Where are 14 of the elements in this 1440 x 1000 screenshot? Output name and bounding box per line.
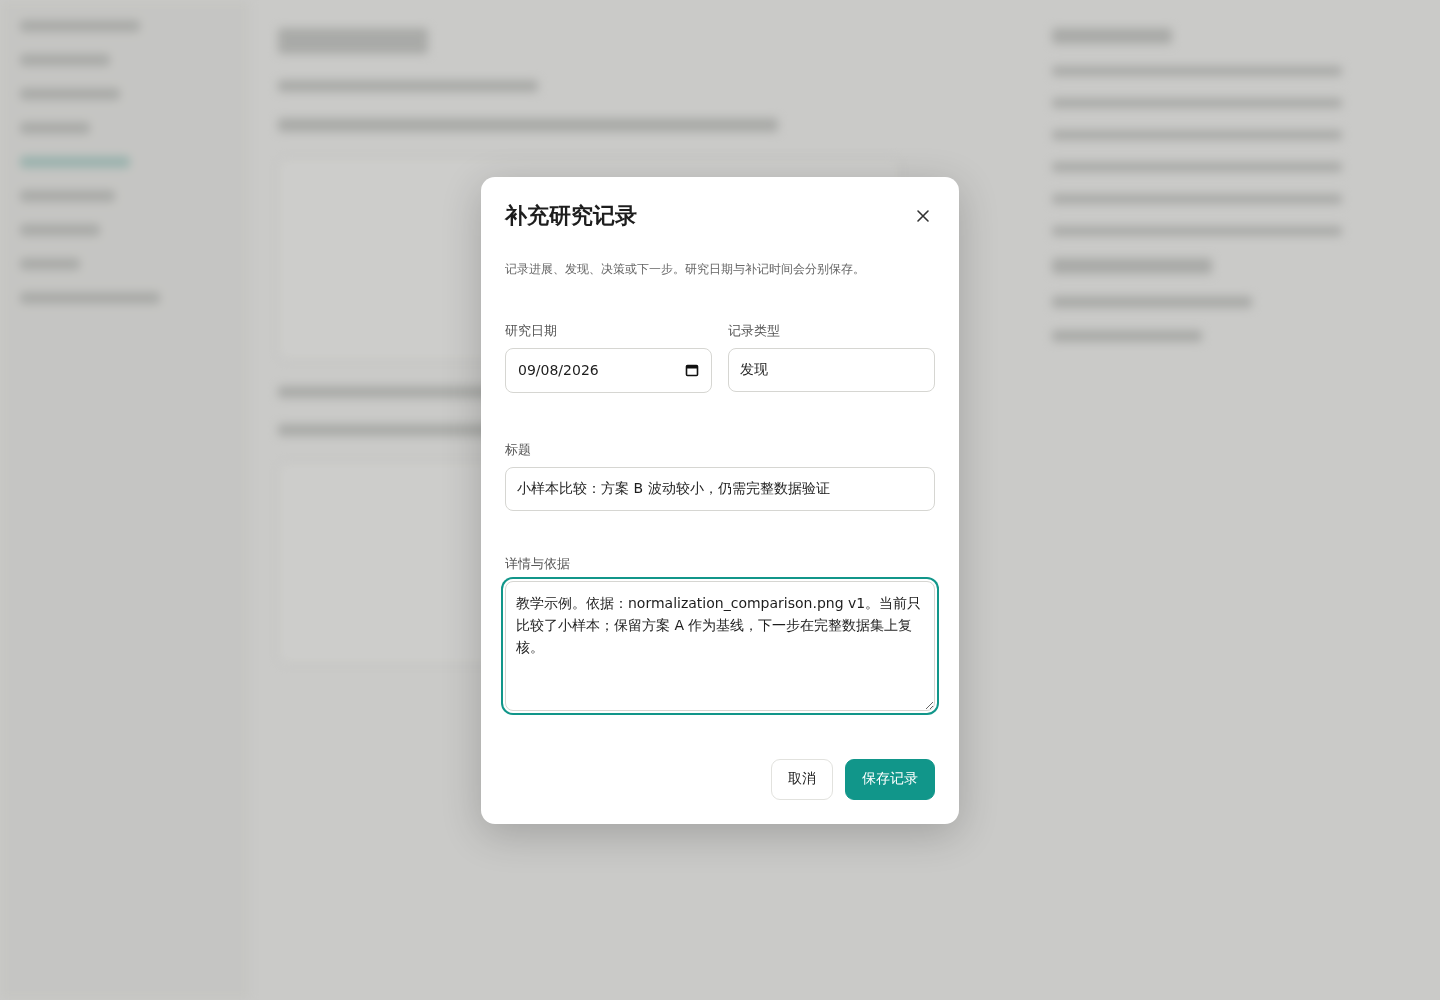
text-field[interactable]: 发现: [728, 347, 935, 392]
field-label: 研究日期: [505, 321, 558, 340]
field-label: 记录类型: [728, 321, 781, 340]
dialog-title: 补充研究记录: [505, 201, 637, 230]
date-field[interactable]: 09/08/2026: [505, 347, 712, 393]
details-field[interactable]: 教学示例。依据：normalization_comparison.png v1。当前只比较了小样本；保留方案 A 作为基线，下一步在完整数据集上复核。: [505, 580, 935, 711]
dialog-description: 记录进展、发现、决策或下一步。研究日期与补记时间会分别保存。: [505, 260, 866, 278]
calendar-icon: [685, 363, 699, 377]
cancel-button[interactable]: 取消: [771, 758, 833, 800]
close-icon: [915, 207, 931, 224]
save-button[interactable]: 保存记录: [845, 758, 935, 800]
field-label: 标题: [505, 440, 532, 459]
text-field[interactable]: 小样本比较：方案 B 波动较小，仍需完整数据验证: [505, 466, 935, 511]
field-label: 详情与依据: [505, 554, 571, 573]
